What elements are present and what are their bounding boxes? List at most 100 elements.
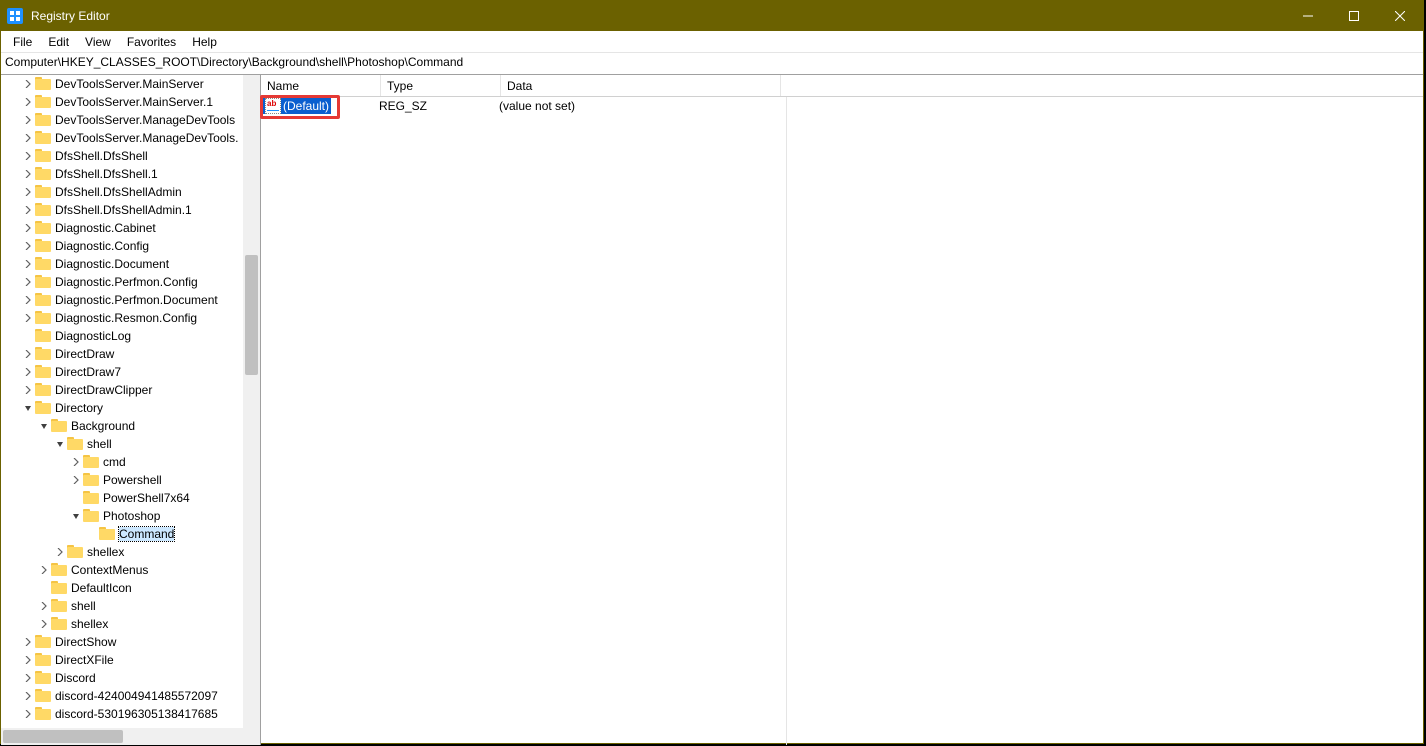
tree-item-label: DiagnosticLog bbox=[55, 329, 131, 343]
tree-item[interactable]: DefaultIcon bbox=[1, 579, 243, 597]
address-bar[interactable]: Computer\HKEY_CLASSES_ROOT\Directory\Bac… bbox=[1, 53, 1423, 75]
folder-icon bbox=[35, 635, 51, 649]
chevron-right-icon[interactable] bbox=[21, 383, 35, 397]
tree-item[interactable]: Diagnostic.Config bbox=[1, 237, 243, 255]
tree-item[interactable]: Background bbox=[1, 417, 243, 435]
chevron-right-icon[interactable] bbox=[21, 689, 35, 703]
tree-vertical-scrollbar[interactable] bbox=[243, 75, 260, 728]
tree-item[interactable]: shellex bbox=[1, 615, 243, 633]
tree-item[interactable]: Directory bbox=[1, 399, 243, 417]
folder-icon bbox=[35, 689, 51, 703]
chevron-right-icon[interactable] bbox=[37, 563, 51, 577]
chevron-right-icon[interactable] bbox=[21, 257, 35, 271]
tree-scroll: DevToolsServer.MainServer DevToolsServer.… bbox=[1, 75, 243, 728]
chevron-right-icon[interactable] bbox=[21, 347, 35, 361]
menu-file[interactable]: File bbox=[5, 33, 40, 51]
tree-item[interactable]: Diagnostic.Perfmon.Config bbox=[1, 273, 243, 291]
menu-favorites[interactable]: Favorites bbox=[119, 33, 184, 51]
tree-item[interactable]: DirectDraw7 bbox=[1, 363, 243, 381]
value-row-default[interactable]: (Default) REG_SZ (value not set) bbox=[261, 97, 1423, 115]
tree-item[interactable]: discord-424004941485572097 bbox=[1, 687, 243, 705]
tree-item[interactable]: Command bbox=[1, 525, 243, 543]
chevron-right-icon[interactable] bbox=[21, 113, 35, 127]
tree-item[interactable]: shell bbox=[1, 597, 243, 615]
chevron-right-icon[interactable] bbox=[21, 131, 35, 145]
chevron-right-icon[interactable] bbox=[21, 77, 35, 91]
menu-view[interactable]: View bbox=[77, 33, 119, 51]
chevron-right-icon[interactable] bbox=[21, 707, 35, 721]
chevron-right-icon[interactable] bbox=[21, 185, 35, 199]
titlebar[interactable]: Registry Editor bbox=[1, 1, 1423, 31]
close-button[interactable] bbox=[1377, 1, 1423, 31]
tree-item[interactable]: DirectXFile bbox=[1, 651, 243, 669]
value-name: (Default) bbox=[283, 99, 329, 113]
tree-item[interactable]: Powershell bbox=[1, 471, 243, 489]
tree-item[interactable]: DevToolsServer.ManageDevTools. bbox=[1, 129, 243, 147]
chevron-right-icon[interactable] bbox=[21, 239, 35, 253]
chevron-down-icon[interactable] bbox=[53, 437, 67, 451]
tree-item[interactable]: Diagnostic.Perfmon.Document bbox=[1, 291, 243, 309]
chevron-right-icon[interactable] bbox=[21, 311, 35, 325]
tree-item[interactable]: DfsShell.DfsShellAdmin bbox=[1, 183, 243, 201]
tree-item[interactable]: Diagnostic.Cabinet bbox=[1, 219, 243, 237]
tree-item[interactable]: cmd bbox=[1, 453, 243, 471]
tree-item-label: DefaultIcon bbox=[71, 581, 132, 595]
scrollbar-thumb[interactable] bbox=[245, 255, 258, 375]
chevron-right-icon[interactable] bbox=[21, 221, 35, 235]
tree-item[interactable]: Discord bbox=[1, 669, 243, 687]
tree-item[interactable]: DirectDraw bbox=[1, 345, 243, 363]
tree-item-label: DirectDrawClipper bbox=[55, 383, 152, 397]
registry-tree[interactable]: DevToolsServer.MainServer DevToolsServer.… bbox=[1, 75, 243, 723]
tree-item[interactable]: DevToolsServer.MainServer.1 bbox=[1, 93, 243, 111]
chevron-down-icon[interactable] bbox=[69, 509, 83, 523]
chevron-right-icon[interactable] bbox=[37, 617, 51, 631]
folder-icon bbox=[35, 95, 51, 109]
tree-item[interactable]: ContextMenus bbox=[1, 561, 243, 579]
chevron-right-icon[interactable] bbox=[53, 545, 67, 559]
tree-item[interactable]: Photoshop bbox=[1, 507, 243, 525]
tree-item-label: DevToolsServer.ManageDevTools. bbox=[55, 131, 238, 145]
tree-item[interactable]: PowerShell7x64 bbox=[1, 489, 243, 507]
tree-item-label: DevToolsServer.MainServer.1 bbox=[55, 95, 213, 109]
chevron-right-icon[interactable] bbox=[21, 671, 35, 685]
tree-item[interactable]: Diagnostic.Resmon.Config bbox=[1, 309, 243, 327]
tree-item[interactable]: shellex bbox=[1, 543, 243, 561]
tree-item[interactable]: DfsShell.DfsShell bbox=[1, 147, 243, 165]
chevron-right-icon[interactable] bbox=[21, 95, 35, 109]
chevron-right-icon[interactable] bbox=[21, 149, 35, 163]
folder-icon bbox=[35, 671, 51, 685]
tree-item[interactable]: DirectDrawClipper bbox=[1, 381, 243, 399]
tree-item[interactable]: DevToolsServer.ManageDevTools bbox=[1, 111, 243, 129]
tree-item[interactable]: DevToolsServer.MainServer bbox=[1, 75, 243, 93]
chevron-right-icon[interactable] bbox=[37, 599, 51, 613]
tree-item[interactable]: Diagnostic.Document bbox=[1, 255, 243, 273]
maximize-button[interactable] bbox=[1331, 1, 1377, 31]
chevron-right-icon[interactable] bbox=[21, 293, 35, 307]
folder-icon bbox=[35, 401, 51, 415]
chevron-right-icon[interactable] bbox=[69, 473, 83, 487]
chevron-right-icon[interactable] bbox=[21, 275, 35, 289]
column-header-type[interactable]: Type bbox=[381, 75, 501, 96]
tree-item[interactable]: DirectShow bbox=[1, 633, 243, 651]
scrollbar-thumb[interactable] bbox=[3, 730, 123, 743]
menu-edit[interactable]: Edit bbox=[40, 33, 77, 51]
chevron-right-icon[interactable] bbox=[21, 167, 35, 181]
folder-icon bbox=[35, 257, 51, 271]
tree-item[interactable]: DiagnosticLog bbox=[1, 327, 243, 345]
tree-item[interactable]: DfsShell.DfsShellAdmin.1 bbox=[1, 201, 243, 219]
chevron-right-icon[interactable] bbox=[69, 455, 83, 469]
chevron-right-icon[interactable] bbox=[21, 635, 35, 649]
chevron-right-icon[interactable] bbox=[21, 653, 35, 667]
chevron-down-icon[interactable] bbox=[21, 401, 35, 415]
tree-item[interactable]: discord-530196305138417685 bbox=[1, 705, 243, 723]
column-header-name[interactable]: Name bbox=[261, 75, 381, 96]
tree-item[interactable]: shell bbox=[1, 435, 243, 453]
chevron-down-icon[interactable] bbox=[37, 419, 51, 433]
tree-item[interactable]: DfsShell.DfsShell.1 bbox=[1, 165, 243, 183]
tree-horizontal-scrollbar[interactable] bbox=[1, 728, 243, 745]
minimize-button[interactable] bbox=[1285, 1, 1331, 31]
column-header-data[interactable]: Data bbox=[501, 75, 781, 96]
chevron-right-icon[interactable] bbox=[21, 365, 35, 379]
chevron-right-icon[interactable] bbox=[21, 203, 35, 217]
menu-help[interactable]: Help bbox=[184, 33, 225, 51]
